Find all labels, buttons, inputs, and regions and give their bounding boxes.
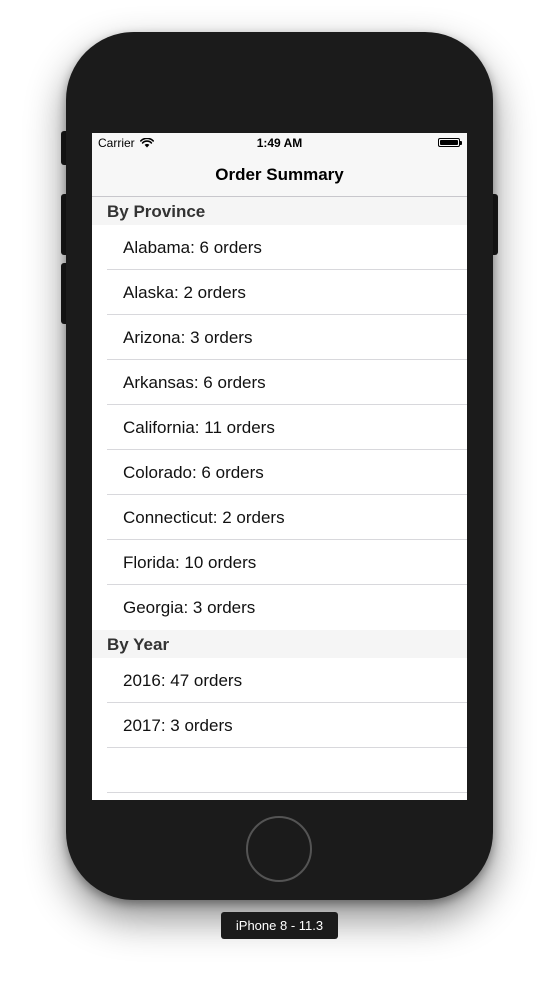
- row-label: Florida: 10 orders: [123, 553, 257, 572]
- table-row[interactable]: Florida: 10 orders: [92, 540, 467, 585]
- empty-row: [92, 793, 467, 800]
- row-label: Arkansas: 6 orders: [123, 373, 266, 392]
- row-label: 2017: 3 orders: [123, 716, 233, 735]
- section-header-by-year: By Year: [92, 630, 467, 658]
- table-row[interactable]: Arkansas: 6 orders: [92, 360, 467, 405]
- table-row[interactable]: Connecticut: 2 orders: [92, 495, 467, 540]
- table-row[interactable]: 2017: 3 orders: [92, 703, 467, 748]
- row-label: Georgia: 3 orders: [123, 598, 256, 617]
- table-row[interactable]: Alaska: 2 orders: [92, 270, 467, 315]
- home-button[interactable]: [246, 816, 312, 882]
- page-title: Order Summary: [215, 165, 344, 184]
- row-label: California: 11 orders: [123, 418, 275, 437]
- device-screen: Carrier 1:49 AM Order Summary By Provinc…: [92, 133, 467, 800]
- row-label: Alaska: 2 orders: [123, 283, 246, 302]
- empty-row: [92, 748, 467, 793]
- status-time: 1:49 AM: [256, 136, 303, 150]
- navigation-bar: Order Summary: [92, 153, 467, 197]
- status-bar: Carrier 1:49 AM: [92, 133, 467, 153]
- orders-table[interactable]: By Province Alabama: 6 orders Alaska: 2 …: [92, 197, 467, 800]
- row-label: Connecticut: 2 orders: [123, 508, 285, 527]
- row-label: 2016: 47 orders: [123, 671, 243, 690]
- device-label: iPhone 8 - 11.3: [221, 912, 338, 939]
- battery-icon: [438, 138, 462, 147]
- table-row[interactable]: Georgia: 3 orders: [92, 585, 467, 630]
- section-header-by-province: By Province: [92, 197, 467, 225]
- row-label: Alabama: 6 orders: [123, 238, 262, 257]
- row-label: Arizona: 3 orders: [123, 328, 253, 347]
- table-row[interactable]: Alabama: 6 orders: [92, 225, 467, 270]
- table-row[interactable]: Arizona: 3 orders: [92, 315, 467, 360]
- table-row[interactable]: 2016: 47 orders: [92, 658, 467, 703]
- row-label: Colorado: 6 orders: [123, 463, 264, 482]
- table-row[interactable]: California: 11 orders: [92, 405, 467, 450]
- table-row[interactable]: Colorado: 6 orders: [92, 450, 467, 495]
